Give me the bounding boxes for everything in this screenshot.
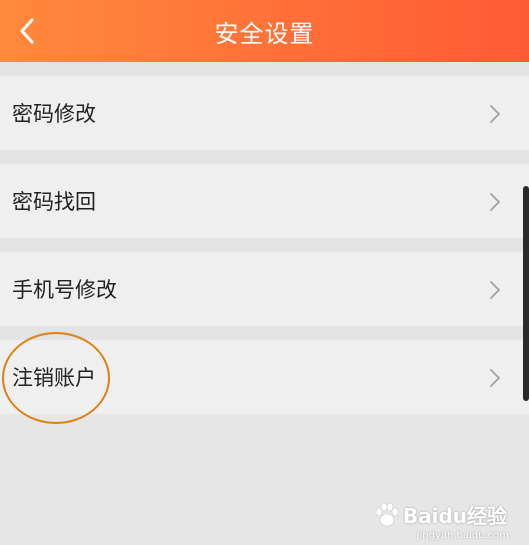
watermark-logo: Baidu经验 <box>373 500 507 529</box>
settings-item-label: 手机号修改 <box>12 278 117 302</box>
paw-icon <box>375 502 399 526</box>
chevron-right-icon <box>490 281 500 299</box>
scrollbar[interactable] <box>523 186 529 401</box>
header-bar: 安全设置 <box>0 0 529 62</box>
settings-item-label: 密码找回 <box>12 190 96 214</box>
settings-item-label: 密码修改 <box>12 102 96 126</box>
chevron-right-icon <box>490 193 500 211</box>
settings-item-change-password[interactable]: 密码修改 <box>0 76 529 150</box>
list-divider <box>0 238 529 252</box>
watermark-url: jingyan.baidu.com <box>416 530 509 541</box>
chevron-right-icon <box>490 105 500 123</box>
list-divider <box>0 150 529 164</box>
chevron-right-icon <box>490 369 500 387</box>
page-title: 安全设置 <box>214 19 315 48</box>
security-settings-screen: 安全设置 密码修改 密码找回 手机号修改 注销账户 Baidu经验 jingya… <box>0 0 529 545</box>
settings-item-recover-password[interactable]: 密码找回 <box>0 164 529 238</box>
watermark-brand: Baidu经验 <box>402 504 507 528</box>
list-divider <box>0 62 529 76</box>
highlight-annotation-circle <box>2 332 110 424</box>
back-button[interactable] <box>12 14 42 48</box>
chevron-left-icon <box>20 18 34 44</box>
settings-item-change-phone[interactable]: 手机号修改 <box>0 252 529 326</box>
